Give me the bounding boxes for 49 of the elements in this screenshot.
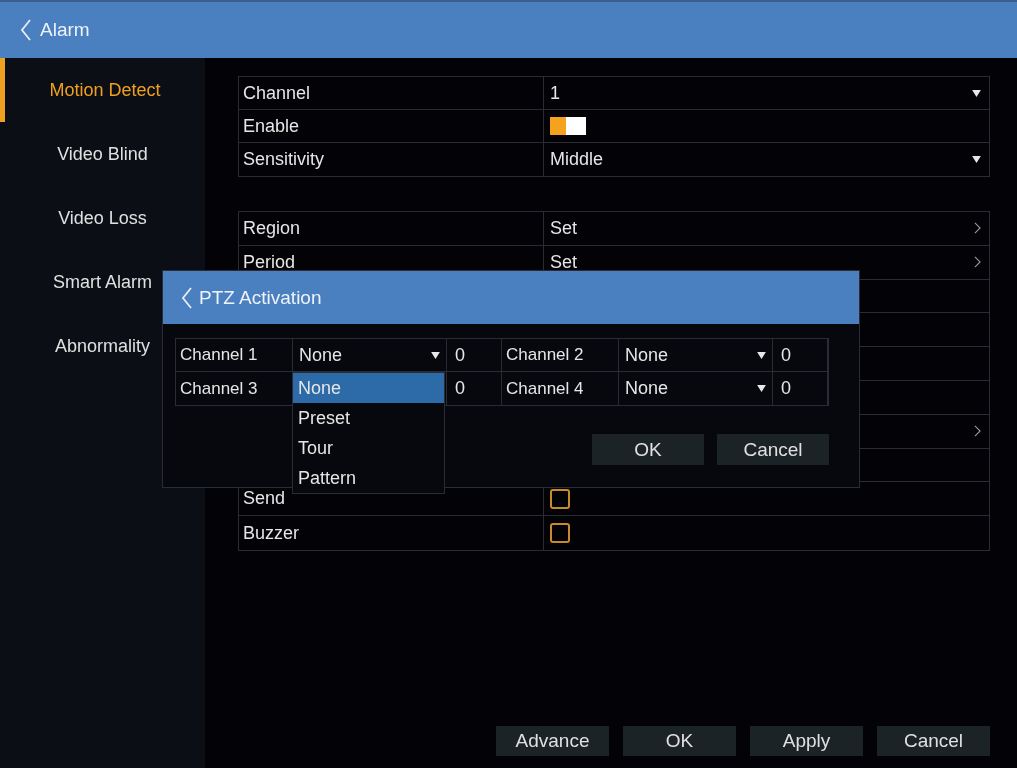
- dialog-button[interactable]: OK: [592, 434, 704, 465]
- dialog-title: PTZ Activation: [199, 286, 322, 309]
- sidebar-item[interactable]: Video Blind: [0, 122, 205, 186]
- channel-label: Channel 2: [506, 345, 584, 365]
- setting-label: Send: [243, 488, 286, 510]
- dropdown-option[interactable]: Preset: [293, 403, 444, 433]
- setting-label: Region: [243, 217, 301, 239]
- dropdown-option[interactable]: Pattern: [293, 463, 444, 493]
- setting-label: Sensitivity: [243, 149, 325, 170]
- select-value[interactable]: 1: [550, 82, 560, 104]
- footer-button[interactable]: Advance: [496, 726, 609, 756]
- link-value[interactable]: Set: [550, 251, 578, 273]
- number-value[interactable]: 0: [781, 344, 791, 366]
- setting-label: Buzzer: [243, 522, 300, 544]
- sidebar-item[interactable]: Motion Detect: [0, 58, 205, 122]
- dropdown-option[interactable]: Tour: [293, 433, 444, 463]
- dropdown-arrow-icon[interactable]: [972, 156, 981, 163]
- setting-label: Period: [243, 251, 296, 273]
- window-title: Alarm: [40, 19, 90, 41]
- select-value[interactable]: Middle: [550, 149, 604, 170]
- toggle-switch[interactable]: [550, 117, 586, 135]
- chevron-right-icon[interactable]: [974, 425, 981, 438]
- dropdown-option[interactable]: None: [293, 373, 444, 403]
- number-value[interactable]: 0: [455, 378, 465, 399]
- number-value[interactable]: 0: [781, 378, 791, 399]
- select-value[interactable]: None: [625, 378, 669, 399]
- back-icon[interactable]: [181, 285, 193, 310]
- channel-label: Channel 3: [180, 378, 258, 399]
- select-value[interactable]: None: [625, 344, 669, 366]
- channel-label: Channel 1: [180, 345, 258, 365]
- setting-label: Enable: [243, 115, 300, 137]
- dialog-button[interactable]: Cancel: [717, 434, 829, 465]
- footer-button[interactable]: OK: [623, 726, 736, 756]
- setting-label: Channel: [243, 82, 311, 104]
- dropdown-arrow-icon[interactable]: [757, 385, 766, 392]
- number-value[interactable]: 0: [455, 344, 465, 366]
- footer-button[interactable]: Cancel: [877, 726, 990, 756]
- chevron-right-icon[interactable]: [974, 256, 981, 269]
- back-icon[interactable]: [20, 18, 32, 42]
- channel-label: Channel 4: [506, 378, 584, 399]
- footer-button[interactable]: Apply: [750, 726, 863, 756]
- sidebar-item[interactable]: Video Loss: [0, 186, 205, 250]
- chevron-right-icon[interactable]: [974, 222, 981, 235]
- dropdown-arrow-icon[interactable]: [972, 89, 981, 97]
- link-value[interactable]: Set: [550, 217, 578, 239]
- dropdown-arrow-icon[interactable]: [431, 351, 440, 359]
- dropdown-arrow-icon[interactable]: [757, 351, 766, 359]
- select-value[interactable]: None: [299, 344, 343, 366]
- checkbox[interactable]: [550, 523, 570, 544]
